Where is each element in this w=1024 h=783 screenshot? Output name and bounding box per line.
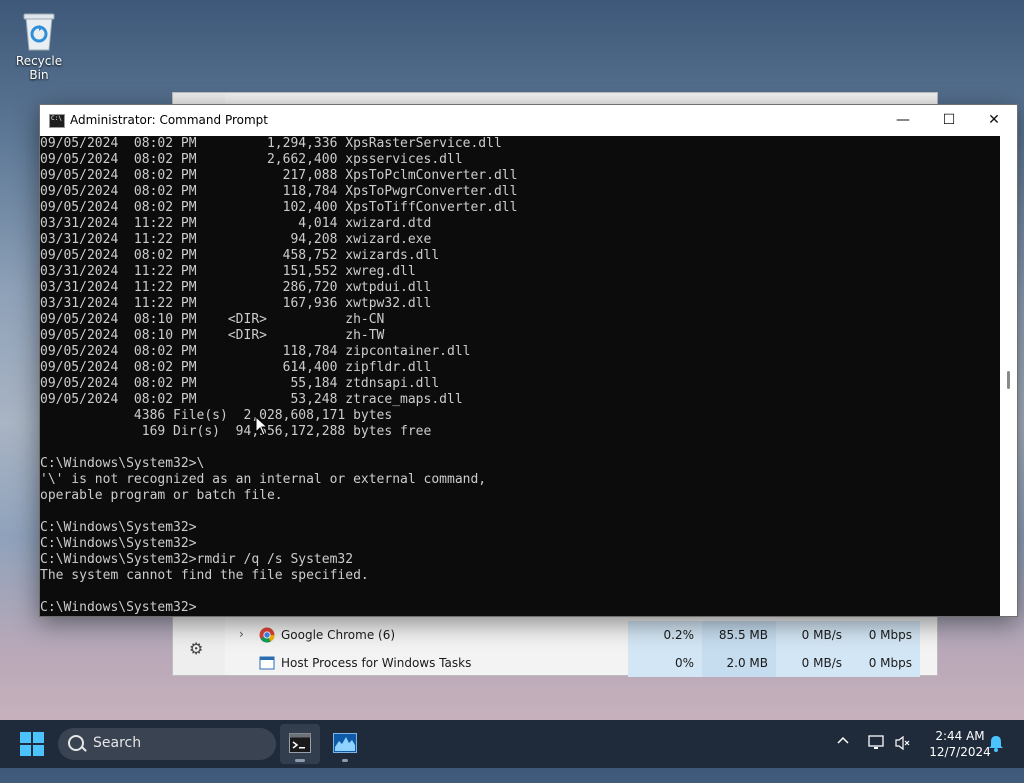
running-indicator	[342, 759, 348, 762]
command-prompt-window[interactable]: Administrator: Command Prompt — ☐ ✕ 09/0…	[39, 104, 1018, 617]
console-line: 03/31/2024 11:22 PM 94,208 xwizard.exe	[40, 232, 432, 247]
console-line: 03/31/2024 11:22 PM 151,552 xwreg.dll	[40, 264, 416, 279]
console-line: 09/05/2024 08:02 PM 458,752 xwizards.dll	[40, 248, 440, 263]
console-line: '\' is not recognized as an internal or …	[40, 472, 487, 487]
process-cpu: 0%	[628, 649, 702, 677]
console-line: C:\Windows\System32>	[40, 600, 197, 615]
console-line: The system cannot find the file specifie…	[40, 568, 369, 583]
chrome-icon	[259, 627, 275, 643]
console-line: 09/05/2024 08:02 PM 1,294,336 XpsRasterS…	[40, 136, 502, 151]
console-line: 09/05/2024 08:02 PM 2,662,400 xpsservice…	[40, 152, 463, 167]
console-line: 09/05/2024 08:10 PM <DIR> zh-CN	[40, 312, 385, 327]
start-icon-tile	[20, 745, 31, 756]
recycle-bin-label: Recycle Bin	[15, 54, 63, 82]
start-icon-tile	[33, 732, 44, 743]
cmd-icon	[49, 114, 65, 128]
process-network: 0 Mbps	[850, 621, 920, 649]
start-icon-tile	[33, 745, 44, 756]
process-row-host-tasks[interactable]: Host Process for Windows Tasks 0% 2.0 MB…	[225, 649, 937, 677]
console-line: C:\Windows\System32>	[40, 520, 197, 535]
console-line: C:\Windows\System32>\	[40, 456, 205, 471]
console-output[interactable]: 09/05/2024 08:02 PM 1,294,336 XpsRasterS…	[40, 136, 1000, 616]
start-button[interactable]	[20, 732, 44, 756]
taskbar-terminal[interactable]	[280, 724, 320, 764]
console-line: 4386 File(s) 2,028,608,171 bytes	[40, 408, 393, 423]
window-title: Administrator: Command Prompt	[70, 113, 268, 127]
console-line: 03/31/2024 11:22 PM 286,720 xwtpdui.dll	[40, 280, 432, 295]
chevron-right-icon[interactable]: ›	[239, 627, 244, 641]
search-icon	[68, 735, 84, 751]
notification-bell-icon[interactable]	[988, 735, 1006, 783]
maximize-icon: ☐	[942, 112, 956, 128]
taskbar: Search 2:44 AM 12/7/2024	[0, 720, 1024, 768]
search-label: Search	[93, 735, 142, 751]
console-line: 09/05/2024 08:02 PM 217,088 XpsToPclmCon…	[40, 168, 518, 183]
console-line: C:\Windows\System32>rmdir /q /s System32	[40, 552, 354, 567]
console-line: 03/31/2024 11:22 PM 167,936 xwtpw32.dll	[40, 296, 432, 311]
close-icon: ✕	[988, 112, 1000, 128]
console-line: 09/05/2024 08:02 PM 118,784 XpsToPwgrCon…	[40, 184, 518, 199]
chevron-up-icon[interactable]	[836, 734, 854, 782]
console-line: 03/31/2024 11:22 PM 4,014 xwizard.dtd	[40, 216, 432, 231]
process-name: Host Process for Windows Tasks	[281, 656, 472, 670]
close-button[interactable]: ✕	[971, 105, 1017, 136]
process-memory: 85.5 MB	[702, 621, 776, 649]
console-line: 09/05/2024 08:02 PM 118,784 zipcontainer…	[40, 344, 471, 359]
process-name: Google Chrome (6)	[281, 628, 396, 642]
process-row-chrome[interactable]: › Google Chrome (6) 0.2% 85.5 MB 0 MB/s …	[225, 621, 937, 649]
process-memory: 2.0 MB	[702, 649, 776, 677]
minimize-button[interactable]: —	[880, 105, 926, 136]
process-disk: 0 MB/s	[776, 621, 850, 649]
volume-muted-icon[interactable]	[894, 735, 914, 783]
minimize-icon: —	[896, 112, 910, 128]
search-box[interactable]: Search	[58, 728, 276, 760]
process-network: 0 Mbps	[850, 649, 920, 677]
console-line: 09/05/2024 08:02 PM 614,400 zipfldr.dll	[40, 360, 432, 375]
network-icon[interactable]	[868, 735, 888, 783]
process-cpu: 0.2%	[628, 621, 702, 649]
maximize-button[interactable]: ☐	[926, 105, 972, 136]
scrollbar[interactable]	[1000, 136, 1017, 616]
console-line: C:\Windows\System32>	[40, 536, 197, 551]
active-indicator	[295, 759, 305, 762]
taskmanager-icon	[333, 733, 357, 753]
recycle-bin[interactable]: Recycle Bin	[6, 6, 72, 82]
console-line: operable program or batch file.	[40, 488, 283, 503]
terminal-icon	[289, 733, 311, 753]
taskbar-task-manager[interactable]	[325, 724, 365, 764]
gear-icon[interactable]: ⚙	[189, 639, 203, 658]
cmd-titlebar[interactable]: Administrator: Command Prompt — ☐ ✕	[40, 105, 1017, 136]
recycle-bin-icon	[21, 10, 57, 52]
console-line: 09/05/2024 08:02 PM 55,184 ztdnsapi.dll	[40, 376, 440, 391]
scrollbar-thumb[interactable]	[1007, 371, 1010, 389]
console-line: 09/05/2024 08:02 PM 53,248 ztrace_maps.d…	[40, 392, 463, 407]
process-disk: 0 MB/s	[776, 649, 850, 677]
console-line: 169 Dir(s) 94,556,172,288 bytes free	[40, 424, 432, 439]
windows-tasks-icon	[259, 655, 275, 671]
console-line: 09/05/2024 08:02 PM 102,400 XpsToTiffCon…	[40, 200, 518, 215]
console-line: 09/05/2024 08:10 PM <DIR> zh-TW	[40, 328, 385, 343]
start-icon	[20, 732, 31, 743]
